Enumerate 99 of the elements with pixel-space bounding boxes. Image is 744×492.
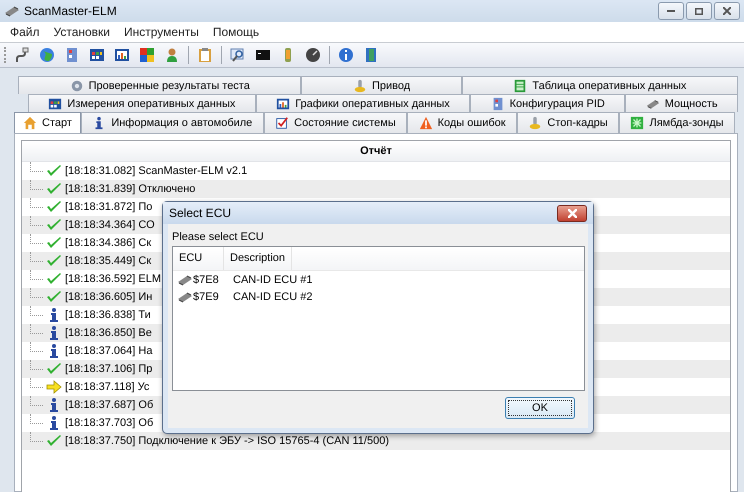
tree-line xyxy=(30,378,43,388)
toolbar-grip xyxy=(4,47,8,63)
check-icon xyxy=(46,433,62,449)
cable-icon xyxy=(14,47,30,63)
maximize-button[interactable] xyxy=(686,2,712,20)
knob-icon xyxy=(353,78,368,92)
log-entry: [18:18:36.838] Ти xyxy=(65,309,151,321)
log-entry: [18:18:31.839] Отключено xyxy=(65,183,196,195)
tree-line xyxy=(30,252,43,262)
tree-line xyxy=(30,342,43,352)
tab[interactable]: Состояние системы xyxy=(264,112,408,133)
house-icon xyxy=(23,116,37,130)
table-cell: $7E8 xyxy=(193,274,219,286)
log-entry: [18:18:37.703] Об xyxy=(65,417,154,429)
tree-line xyxy=(30,162,43,172)
minimize-icon xyxy=(667,10,675,12)
table-cell: $7E9 xyxy=(193,290,219,302)
check-icon xyxy=(46,289,62,305)
log-entry: [18:18:37.064] На xyxy=(65,345,152,357)
warning-icon xyxy=(418,116,433,130)
log-entry: [18:18:36.605] Ин xyxy=(65,291,152,303)
tree-line xyxy=(30,414,43,424)
grid-icon xyxy=(89,47,105,63)
info-icon xyxy=(338,47,354,63)
menu-item[interactable]: Инструменты xyxy=(124,25,199,39)
gear-icon xyxy=(70,78,84,92)
prompt-label: Please select ECU xyxy=(172,230,265,245)
tab[interactable]: Информация о автомобиле xyxy=(80,112,264,133)
menu-item[interactable]: Помощь xyxy=(212,25,260,39)
table-cell-text: CAN-ID ECU #2 xyxy=(232,290,312,302)
palette-icon xyxy=(139,47,155,63)
terminal-icon xyxy=(255,47,271,63)
sensor-icon xyxy=(630,116,644,130)
check-icon xyxy=(46,253,62,269)
bar-chart-icon xyxy=(114,47,130,63)
tab[interactable]: Стоп-кадры xyxy=(517,112,620,133)
globe-icon xyxy=(39,47,55,63)
maximize-icon xyxy=(695,8,703,14)
arrow-icon xyxy=(46,379,62,395)
grid-icon xyxy=(48,96,62,110)
tree-line xyxy=(30,234,43,244)
log-entry: [18:18:37.750] Подключение к ЭБУ -> ISO 15765-4 (CAN 11/500) xyxy=(65,435,389,447)
document-icon xyxy=(64,47,80,63)
tree-line xyxy=(30,306,43,316)
tree-line xyxy=(30,360,43,370)
check-icon xyxy=(46,361,62,377)
clipboard-icon xyxy=(197,47,213,63)
check-icon xyxy=(46,217,62,233)
window-title: ScanMaster-ELM xyxy=(24,4,118,18)
log-entry: [18:18:34.386] Ск xyxy=(65,237,152,249)
log-entry: [18:18:31.872] По xyxy=(65,201,152,213)
tree-line xyxy=(30,396,43,406)
tab[interactable]: Проверенные результаты теста xyxy=(18,76,302,94)
ok-button[interactable]: OK xyxy=(505,396,575,418)
column-header[interactable]: Description xyxy=(224,247,292,270)
log-entry: [18:18:36.850] Ве xyxy=(65,327,152,339)
close-button[interactable] xyxy=(557,204,587,222)
tab[interactable]: Старт xyxy=(14,112,81,133)
exit-door-icon xyxy=(363,47,379,63)
tab[interactable]: Лямбда-зонды xyxy=(619,112,735,133)
gauge-icon xyxy=(305,47,321,63)
check-icon xyxy=(46,181,62,197)
tree-line xyxy=(30,288,43,298)
tab[interactable]: Измерения оперативных данных xyxy=(28,94,256,112)
tree-line xyxy=(30,324,43,334)
close-button[interactable] xyxy=(714,2,740,20)
tree-line xyxy=(30,216,43,226)
tab[interactable]: Привод xyxy=(301,76,462,94)
menu-item[interactable]: Установки xyxy=(54,25,110,39)
tab[interactable]: Конфигурация PID xyxy=(470,94,626,112)
magnifier-icon xyxy=(230,47,246,63)
log-entry: [18:18:31.082] ScanMaster-ELM v2.1 xyxy=(65,165,248,177)
close-icon xyxy=(568,208,576,218)
log-entry: [18:18:37.118] Ус xyxy=(65,381,150,393)
tree-line xyxy=(30,198,43,208)
log-entry: [18:18:37.106] Пр xyxy=(65,363,152,375)
close-icon xyxy=(723,7,731,15)
document-icon xyxy=(490,96,505,110)
person-icon xyxy=(164,47,180,63)
tab[interactable]: Графики оперативных данных xyxy=(256,94,470,112)
tree-line xyxy=(30,270,43,280)
log-entry: [18:18:36.592] ELM xyxy=(65,273,162,285)
tree-line xyxy=(30,432,43,442)
table-icon xyxy=(513,78,528,92)
tree-line xyxy=(30,180,43,190)
checkbox-icon xyxy=(275,116,290,130)
log-entry: [18:18:35.449] Ск xyxy=(65,255,152,267)
minimize-button[interactable] xyxy=(658,2,684,20)
knob-icon xyxy=(528,116,542,130)
dialog-title: Select ECU xyxy=(169,206,232,220)
table-cell-text: CAN-ID ECU #1 xyxy=(232,274,312,286)
log-entry: [18:18:34.364] СО xyxy=(65,219,155,231)
menu-item[interactable]: Файл xyxy=(10,25,40,39)
log-entry: [18:18:37.687] Об xyxy=(65,399,154,411)
tab[interactable]: Таблица оперативных данных xyxy=(462,76,738,94)
bar-chart-icon xyxy=(276,96,290,110)
column-header[interactable]: ECU xyxy=(173,247,224,270)
tab[interactable]: Коды ошибок xyxy=(407,112,517,133)
tab[interactable]: Мощность xyxy=(625,94,738,112)
